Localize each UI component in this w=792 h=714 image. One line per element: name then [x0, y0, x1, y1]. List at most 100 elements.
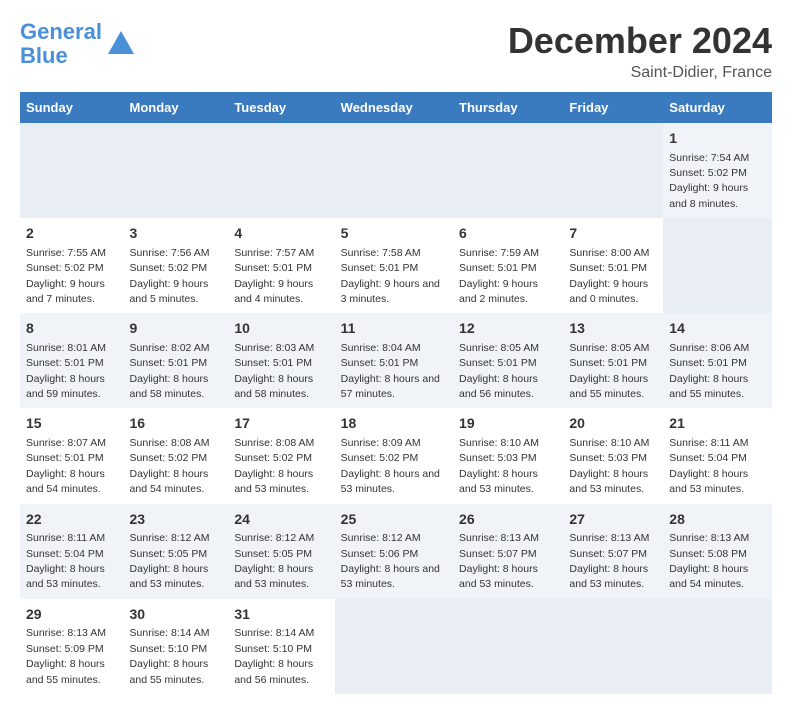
calendar-cell: 4 Sunrise: 7:57 AM Sunset: 5:01 PM Dayli…: [228, 218, 334, 313]
day-number: 28: [669, 510, 766, 530]
day-number: 1: [669, 129, 766, 149]
day-number: 23: [130, 510, 223, 530]
calendar-cell: [563, 599, 663, 694]
day-number: 22: [26, 510, 118, 530]
daylight: Daylight: 8 hours and 55 minutes.: [130, 658, 209, 685]
day-number: 25: [341, 510, 447, 530]
daylight: Daylight: 8 hours and 57 minutes.: [341, 373, 440, 400]
sunset: Sunset: 5:02 PM: [130, 262, 208, 274]
sunrise: Sunrise: 8:03 AM: [234, 342, 314, 354]
calendar-cell: [663, 599, 772, 694]
sunset: Sunset: 5:01 PM: [26, 452, 104, 464]
calendar-cell: 23 Sunrise: 8:12 AM Sunset: 5:05 PM Dayl…: [124, 504, 229, 599]
sunrise: Sunrise: 8:04 AM: [341, 342, 421, 354]
logo-general: General: [20, 19, 102, 44]
calendar-cell: 25 Sunrise: 8:12 AM Sunset: 5:06 PM Dayl…: [335, 504, 453, 599]
calendar-cell: 30 Sunrise: 8:14 AM Sunset: 5:10 PM Dayl…: [124, 599, 229, 694]
day-number: 24: [234, 510, 328, 530]
calendar-cell: 17 Sunrise: 8:08 AM Sunset: 5:02 PM Dayl…: [228, 408, 334, 503]
title-block: December 2024 Saint-Didier, France: [508, 20, 772, 82]
sunset: Sunset: 5:10 PM: [234, 643, 312, 655]
calendar-cell: 12 Sunrise: 8:05 AM Sunset: 5:01 PM Dayl…: [453, 313, 563, 408]
daylight: Daylight: 8 hours and 53 minutes.: [341, 563, 440, 590]
calendar-table: SundayMondayTuesdayWednesdayThursdayFrid…: [20, 92, 772, 694]
day-number: 20: [569, 414, 657, 434]
calendar-row: 29 Sunrise: 8:13 AM Sunset: 5:09 PM Dayl…: [20, 599, 772, 694]
day-number: 27: [569, 510, 657, 530]
sunrise: Sunrise: 8:12 AM: [341, 532, 421, 544]
day-number: 31: [234, 605, 328, 625]
calendar-row: 22 Sunrise: 8:11 AM Sunset: 5:04 PM Dayl…: [20, 504, 772, 599]
calendar-row: 2 Sunrise: 7:55 AM Sunset: 5:02 PM Dayli…: [20, 218, 772, 313]
sunrise: Sunrise: 7:54 AM: [669, 152, 749, 164]
sunset: Sunset: 5:01 PM: [459, 262, 537, 274]
sunset: Sunset: 5:07 PM: [459, 548, 537, 560]
sunset: Sunset: 5:01 PM: [459, 357, 537, 369]
sunset: Sunset: 5:03 PM: [459, 452, 537, 464]
sunset: Sunset: 5:01 PM: [341, 262, 419, 274]
daylight: Daylight: 8 hours and 55 minutes.: [669, 373, 748, 400]
day-number: 17: [234, 414, 328, 434]
calendar-cell: 7 Sunrise: 8:00 AM Sunset: 5:01 PM Dayli…: [563, 218, 663, 313]
sunrise: Sunrise: 8:07 AM: [26, 437, 106, 449]
calendar-cell: [453, 599, 563, 694]
sunrise: Sunrise: 8:08 AM: [234, 437, 314, 449]
calendar-cell: [335, 123, 453, 218]
day-number: 2: [26, 224, 118, 244]
sunset: Sunset: 5:01 PM: [130, 357, 208, 369]
header-wednesday: Wednesday: [335, 92, 453, 123]
daylight: Daylight: 8 hours and 54 minutes.: [130, 468, 209, 495]
calendar-cell: [663, 218, 772, 313]
sunrise: Sunrise: 8:14 AM: [130, 627, 210, 639]
calendar-cell: 24 Sunrise: 8:12 AM Sunset: 5:05 PM Dayl…: [228, 504, 334, 599]
header-row: SundayMondayTuesdayWednesdayThursdayFrid…: [20, 92, 772, 123]
sunrise: Sunrise: 8:13 AM: [569, 532, 649, 544]
day-number: 7: [569, 224, 657, 244]
sunrise: Sunrise: 8:02 AM: [130, 342, 210, 354]
sunset: Sunset: 5:04 PM: [26, 548, 104, 560]
calendar-cell: 1 Sunrise: 7:54 AM Sunset: 5:02 PM Dayli…: [663, 123, 772, 218]
daylight: Daylight: 9 hours and 4 minutes.: [234, 278, 313, 305]
sunset: Sunset: 5:02 PM: [234, 452, 312, 464]
calendar-cell: 20 Sunrise: 8:10 AM Sunset: 5:03 PM Dayl…: [563, 408, 663, 503]
calendar-cell: 26 Sunrise: 8:13 AM Sunset: 5:07 PM Dayl…: [453, 504, 563, 599]
sunset: Sunset: 5:01 PM: [569, 262, 647, 274]
sunset: Sunset: 5:01 PM: [569, 357, 647, 369]
calendar-cell: 3 Sunrise: 7:56 AM Sunset: 5:02 PM Dayli…: [124, 218, 229, 313]
calendar-cell: 14 Sunrise: 8:06 AM Sunset: 5:01 PM Dayl…: [663, 313, 772, 408]
daylight: Daylight: 9 hours and 7 minutes.: [26, 278, 105, 305]
calendar-row: 15 Sunrise: 8:07 AM Sunset: 5:01 PM Dayl…: [20, 408, 772, 503]
day-number: 21: [669, 414, 766, 434]
sunset: Sunset: 5:05 PM: [234, 548, 312, 560]
sunset: Sunset: 5:01 PM: [234, 357, 312, 369]
calendar-cell: 29 Sunrise: 8:13 AM Sunset: 5:09 PM Dayl…: [20, 599, 124, 694]
day-number: 9: [130, 319, 223, 339]
sunset: Sunset: 5:01 PM: [341, 357, 419, 369]
daylight: Daylight: 8 hours and 59 minutes.: [26, 373, 105, 400]
daylight: Daylight: 8 hours and 58 minutes.: [234, 373, 313, 400]
header-monday: Monday: [124, 92, 229, 123]
day-number: 3: [130, 224, 223, 244]
sunrise: Sunrise: 8:14 AM: [234, 627, 314, 639]
daylight: Daylight: 9 hours and 5 minutes.: [130, 278, 209, 305]
daylight: Daylight: 8 hours and 53 minutes.: [459, 468, 538, 495]
daylight: Daylight: 8 hours and 55 minutes.: [569, 373, 648, 400]
sunrise: Sunrise: 8:05 AM: [569, 342, 649, 354]
sunrise: Sunrise: 8:11 AM: [26, 532, 105, 544]
daylight: Daylight: 8 hours and 56 minutes.: [459, 373, 538, 400]
sunrise: Sunrise: 8:08 AM: [130, 437, 210, 449]
calendar-cell: [228, 123, 334, 218]
subtitle: Saint-Didier, France: [508, 64, 772, 82]
sunset: Sunset: 5:06 PM: [341, 548, 419, 560]
main-title: December 2024: [508, 20, 772, 62]
daylight: Daylight: 8 hours and 53 minutes.: [341, 468, 440, 495]
logo-icon: [106, 29, 136, 59]
day-number: 10: [234, 319, 328, 339]
daylight: Daylight: 8 hours and 53 minutes.: [669, 468, 748, 495]
calendar-cell: [335, 599, 453, 694]
sunrise: Sunrise: 8:06 AM: [669, 342, 749, 354]
sunset: Sunset: 5:08 PM: [669, 548, 747, 560]
sunrise: Sunrise: 8:00 AM: [569, 247, 649, 259]
daylight: Daylight: 8 hours and 56 minutes.: [234, 658, 313, 685]
calendar-cell: 9 Sunrise: 8:02 AM Sunset: 5:01 PM Dayli…: [124, 313, 229, 408]
